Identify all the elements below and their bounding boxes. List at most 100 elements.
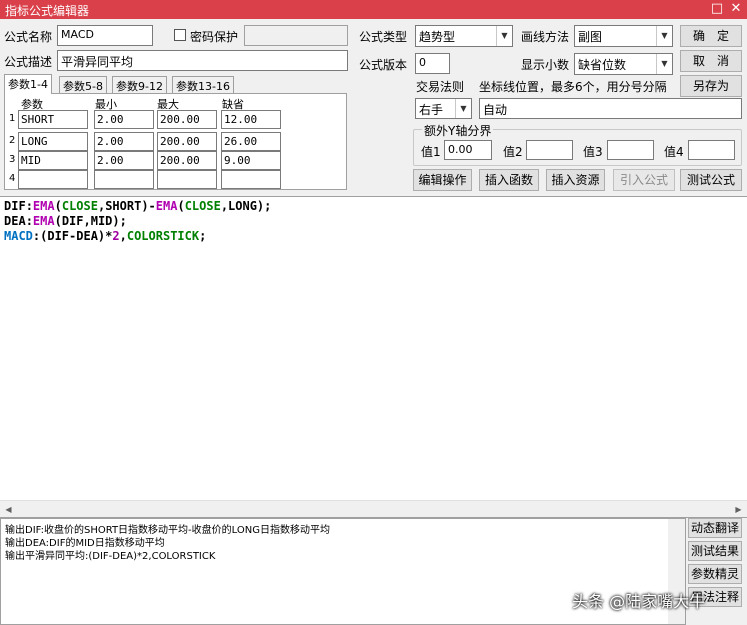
code-line[interactable]: DIF:EMA(CLOSE,SHORT)-EMA(CLOSE,LONG); — [4, 199, 271, 214]
param-name-input[interactable]: LONG — [18, 132, 88, 151]
code-line[interactable]: DEA:EMA(DIF,MID); — [4, 214, 271, 229]
formula-type-value: 趋势型 — [419, 30, 456, 44]
formula-desc-input[interactable]: 平滑异同平均 — [57, 50, 348, 71]
yaxis-value4-label: 值4 — [664, 145, 684, 159]
cancel-button[interactable]: 取 消 — [680, 50, 742, 72]
param-max-input[interactable]: 200.00 — [157, 132, 217, 151]
param-row-index: 3 — [9, 154, 16, 165]
param-min-input[interactable] — [94, 170, 154, 189]
window-title: 指标公式编辑器 — [5, 4, 90, 18]
trade-rule-label: 交易法则 — [416, 80, 465, 94]
formula-desc-label: 公式描述 — [4, 55, 53, 69]
code-editor[interactable]: DIF:EMA(CLOSE,SHORT)-EMA(CLOSE,LONG); DEA… — [0, 196, 747, 518]
param-name-input[interactable]: MID — [18, 151, 88, 170]
code-token: CLOSE — [61, 199, 98, 213]
code-token: :(DIF-DEA)* — [32, 229, 113, 243]
coord-lines-label: 坐标线位置，最多6个，用分号分隔 — [479, 80, 667, 94]
test-result-button[interactable]: 测试结果 — [688, 541, 742, 561]
close-icon[interactable]: ✕ — [728, 1, 744, 17]
yaxis-value3-input[interactable] — [607, 140, 654, 160]
code-token: DIF — [4, 199, 26, 213]
password-label: 密码保护 — [190, 30, 239, 44]
decimal-select[interactable]: 缺省位数 ▼ — [574, 53, 673, 75]
code-token: ,SHORT)- — [97, 199, 156, 213]
password-input[interactable] — [244, 25, 348, 46]
yaxis-value2-input[interactable] — [526, 140, 573, 160]
dynamic-translate-button[interactable]: 动态翻译 — [688, 518, 742, 538]
formula-type-select[interactable]: 趋势型 ▼ — [415, 25, 513, 47]
ok-button[interactable]: 确 定 — [680, 25, 742, 47]
edit-ops-button[interactable]: 编辑操作 — [413, 169, 472, 191]
formula-type-label: 公式类型 — [359, 30, 408, 44]
code-token: COLORSTICK — [126, 229, 200, 243]
password-checkbox[interactable] — [174, 29, 186, 41]
param-min-input[interactable]: 2.00 — [94, 132, 154, 151]
import-formula-button[interactable]: 引入公式 — [613, 169, 675, 191]
chevron-down-icon: ▼ — [496, 26, 512, 46]
code-line[interactable]: MACD:(DIF-DEA)*2,COLORSTICK; — [4, 229, 271, 244]
param-wizard-button[interactable]: 参数精灵 — [688, 564, 742, 584]
code-token: , — [119, 229, 127, 243]
decimal-label: 显示小数 — [521, 58, 570, 72]
code-token: ,LONG); — [220, 199, 272, 213]
coord-lines-input[interactable]: 自动 — [479, 98, 742, 119]
yaxis-value1-label: 值1 — [421, 145, 441, 159]
code-token: ( — [54, 199, 62, 213]
save-as-button[interactable]: 另存为 — [680, 75, 742, 97]
restore-icon[interactable]: □ — [709, 1, 725, 17]
param-name-input[interactable]: SHORT — [18, 110, 88, 129]
param-row-index: 2 — [9, 135, 16, 146]
param-max-input[interactable] — [157, 170, 217, 189]
watermark: 头条 @陆家嘴大牛 — [572, 592, 706, 611]
chevron-down-icon: ▼ — [656, 26, 672, 46]
draw-method-label: 画线方法 — [521, 30, 570, 44]
code-token: ( — [177, 199, 185, 213]
insert-resource-button[interactable]: 插入资源 — [546, 169, 605, 191]
draw-method-select[interactable]: 副图 ▼ — [574, 25, 673, 47]
code-token: (DIF,MID); — [54, 214, 127, 228]
param-default-input[interactable]: 9.00 — [221, 151, 281, 170]
tab-params-5-8[interactable]: 参数5-8 — [59, 76, 107, 93]
code-text[interactable]: DIF:EMA(CLOSE,SHORT)-EMA(CLOSE,LONG); DEA… — [4, 199, 271, 244]
param-max-input[interactable]: 200.00 — [157, 110, 217, 129]
test-formula-button[interactable]: 测试公式 — [680, 169, 742, 191]
title-bar: 指标公式编辑器 □ ✕ — [0, 0, 747, 19]
draw-method-value: 副图 — [578, 30, 603, 44]
yaxis-value1-input[interactable]: 0.00 — [444, 140, 492, 160]
param-row-index: 4 — [9, 173, 16, 184]
code-token: : — [25, 214, 33, 228]
formula-version-input[interactable]: 0 — [415, 53, 450, 74]
tab-params-1-4[interactable]: 参数1-4 — [4, 74, 52, 94]
code-token: 2 — [112, 229, 120, 243]
param-default-input[interactable]: 26.00 — [221, 132, 281, 151]
code-token: DEA — [4, 214, 26, 228]
code-token: EMA — [32, 214, 55, 228]
code-token: : — [25, 199, 33, 213]
param-name-input[interactable] — [18, 170, 88, 189]
yaxis-value4-input[interactable] — [688, 140, 735, 160]
code-token: EMA — [32, 199, 55, 213]
chevron-down-icon: ▼ — [455, 99, 471, 118]
scroll-right-icon[interactable]: ▶ — [730, 501, 747, 518]
decimal-value: 缺省位数 — [578, 58, 627, 72]
param-default-input[interactable]: 12.00 — [221, 110, 281, 129]
insert-function-button[interactable]: 插入函数 — [479, 169, 539, 191]
yaxis-value3-label: 值3 — [583, 145, 603, 159]
scroll-left-icon[interactable]: ◀ — [0, 501, 17, 518]
chevron-down-icon: ▼ — [656, 54, 672, 74]
horizontal-scrollbar[interactable]: ◀ ▶ — [0, 500, 747, 517]
code-token: MACD — [4, 229, 33, 243]
formula-name-label: 公式名称 — [4, 30, 53, 44]
param-max-input[interactable]: 200.00 — [157, 151, 217, 170]
param-min-input[interactable]: 2.00 — [94, 110, 154, 129]
output-line: 输出平滑异同平均:(DIF-DEA)*2,COLORSTICK — [5, 551, 216, 562]
tab-params-13-16[interactable]: 参数13-16 — [172, 76, 234, 93]
code-token: ; — [199, 229, 207, 243]
tab-params-9-12[interactable]: 参数9-12 — [112, 76, 167, 93]
formula-version-label: 公式版本 — [359, 58, 408, 72]
param-default-input[interactable] — [221, 170, 281, 189]
formula-name-input[interactable]: MACD — [57, 25, 153, 46]
param-min-input[interactable]: 2.00 — [94, 151, 154, 170]
param-row-index: 1 — [9, 113, 16, 124]
trade-rule-select[interactable]: 右手 ▼ — [415, 98, 472, 119]
